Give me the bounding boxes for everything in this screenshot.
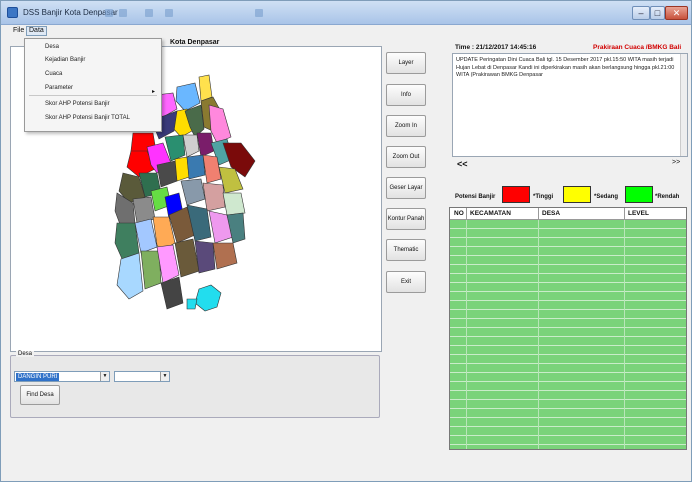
menu-item-skor-ahp[interactable]: Skor AHP Potensi Banjir	[45, 101, 110, 107]
next-button[interactable]: >>	[672, 159, 680, 166]
map-region[interactable]	[174, 156, 190, 182]
legend-label: Potensi Banjir	[455, 194, 496, 200]
menu-item-kejadian-banjir[interactable]: Kejadian Banjir	[45, 57, 85, 63]
table-header: NO KECAMATAN DESA LEVEL	[450, 208, 686, 220]
exit-button[interactable]: Exit	[386, 271, 426, 293]
desa-groupbox: DANGIN PURI ▼ ▼	[10, 355, 380, 418]
map-region[interactable]	[186, 154, 206, 180]
maximize-button[interactable]: □	[650, 6, 665, 20]
map-region[interactable]	[180, 178, 206, 206]
map-region[interactable]	[208, 104, 232, 144]
map-region[interactable]	[182, 134, 200, 158]
zoom-out-button[interactable]: Zoom Out	[386, 146, 426, 168]
weather-update-text: UPDATE Peringatan Dini Cuaca Bali tgl. 1…	[456, 57, 675, 78]
thematic-button[interactable]: Thematic	[386, 239, 426, 261]
pan-button[interactable]: Geser Layar	[386, 177, 426, 199]
menu-bar: File Data	[1, 25, 691, 37]
menu-item-cuaca[interactable]: Cuaca	[45, 71, 62, 77]
map-region[interactable]	[116, 252, 144, 300]
col-header-kecamatan: KECAMATAN	[470, 210, 511, 217]
data-menu-dropdown: Desa Kejadian Banjir Cuaca Parameter ▸ S…	[24, 38, 162, 132]
map-title: Kota Denpasar	[170, 39, 220, 46]
prev-button[interactable]: <<	[457, 159, 468, 169]
window-title: DSS Banjir Kota Denpasar	[23, 8, 118, 17]
forecast-title: Prakiraan Cuaca /BMKG Bali	[593, 44, 682, 51]
desa-select[interactable]: DANGIN PURI ▼	[14, 371, 110, 382]
map-region[interactable]	[132, 196, 156, 224]
find-desa-button[interactable]: Find Desa	[20, 385, 60, 405]
map-region[interactable]	[194, 284, 222, 312]
map-region[interactable]	[140, 250, 162, 290]
zoom-in-button[interactable]: Zoom In	[386, 115, 426, 137]
secondary-select[interactable]: ▼	[114, 371, 170, 382]
legend-low-label: *Rendah	[655, 194, 680, 200]
map-region[interactable]	[156, 160, 178, 188]
results-table[interactable]: NO KECAMATAN DESA LEVEL	[449, 207, 687, 450]
menu-file[interactable]: File	[11, 26, 26, 36]
menu-data[interactable]: Data	[26, 26, 47, 36]
col-header-no: NO	[454, 210, 464, 217]
map-region[interactable]	[226, 212, 246, 244]
chevron-down-icon[interactable]: ▼	[100, 372, 109, 381]
map-region[interactable]	[222, 192, 246, 216]
map-region[interactable]	[160, 276, 184, 310]
chevron-down-icon[interactable]: ▼	[160, 372, 169, 381]
menu-item-desa[interactable]: Desa	[45, 44, 59, 50]
map-region[interactable]	[212, 242, 238, 270]
close-button[interactable]: ✕	[665, 6, 688, 20]
menu-item-parameter[interactable]: Parameter	[45, 85, 73, 91]
desa-select-value: DANGIN PURI	[16, 373, 60, 381]
app-icon	[7, 7, 18, 18]
submenu-arrow-icon: ▸	[151, 89, 155, 95]
minimize-button[interactable]: –	[632, 6, 650, 20]
legend-low-swatch	[625, 186, 653, 203]
menu-item-skor-ahp-total[interactable]: Skor AHP Potensi Banjir TOTAL	[45, 115, 130, 121]
col-header-level: LEVEL	[628, 210, 649, 217]
menu-separator	[29, 95, 157, 96]
col-header-desa: DESA	[542, 210, 561, 217]
contour-button[interactable]: Kontur Panah	[386, 208, 426, 230]
map-region[interactable]	[202, 182, 226, 212]
table-body[interactable]	[450, 220, 686, 449]
title-bar-icons	[105, 9, 285, 18]
map-region[interactable]	[198, 74, 213, 102]
update-scrollbar[interactable]	[680, 54, 687, 156]
time-label: Time : 21/12/2017 14:45:16	[455, 44, 537, 51]
weather-update-box[interactable]: UPDATE Peringatan Dini Cuaca Bali tgl. 1…	[452, 53, 688, 157]
legend-high-swatch	[502, 186, 530, 203]
desa-group-label: Desa	[16, 351, 35, 357]
legend-medium-swatch	[563, 186, 591, 203]
legend-high-label: *Tinggi	[533, 194, 554, 200]
info-button[interactable]: Info	[386, 84, 426, 106]
layer-button[interactable]: Layer	[386, 52, 426, 74]
title-bar: DSS Banjir Kota Denpasar – □ ✕	[1, 1, 691, 25]
map-region[interactable]	[186, 298, 198, 310]
legend-medium-label: *Sedang	[594, 194, 619, 200]
